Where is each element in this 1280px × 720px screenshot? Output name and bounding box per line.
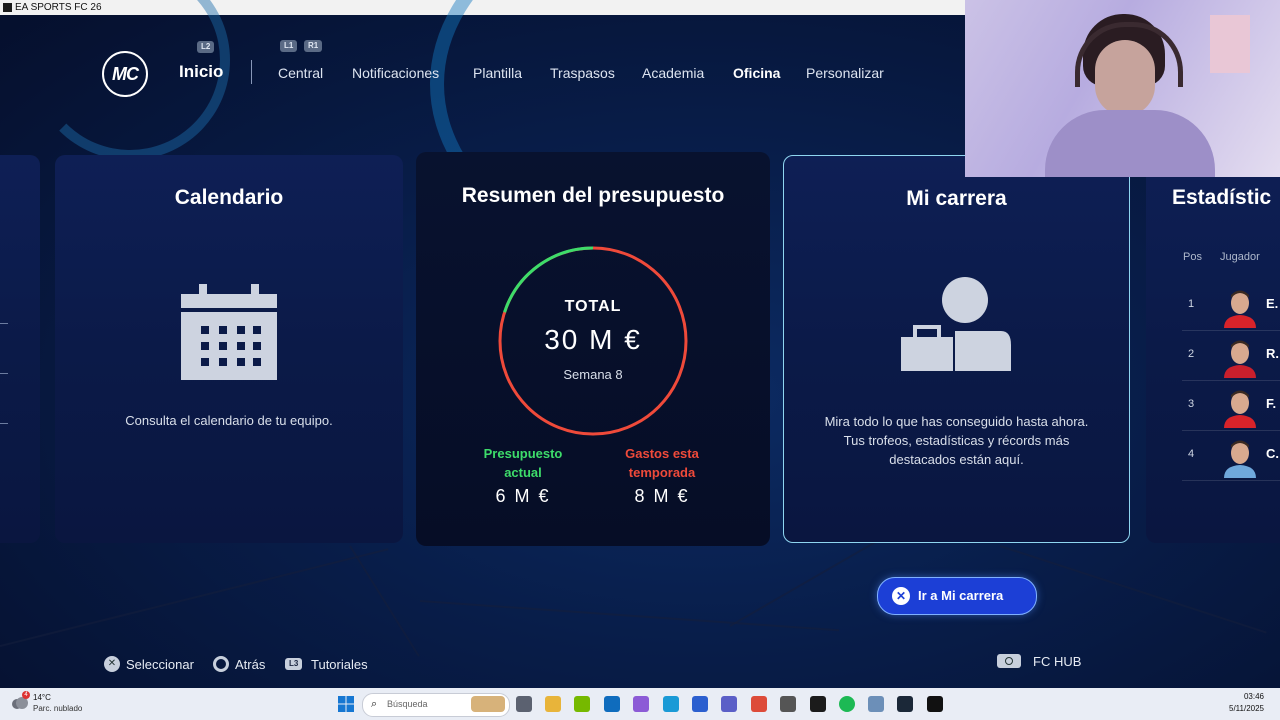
cross-button-icon: ✕: [892, 587, 910, 605]
steam-icon[interactable]: [897, 696, 913, 712]
career-mode-logo[interactable]: MC: [102, 51, 148, 97]
circle-button-icon: [213, 656, 229, 672]
budget-week: Semana 8: [563, 367, 623, 382]
career-card-description: Mira todo lo que has conseguido hasta ah…: [824, 414, 1089, 467]
background-line: [419, 600, 840, 632]
calendar-card-description: Consulta el calendario de tu equipo.: [125, 413, 333, 428]
stats-position: 3: [1188, 398, 1195, 410]
budget-total-value: 30 M €: [544, 324, 642, 355]
background-line: [0, 548, 389, 647]
career-icon: [901, 277, 1011, 371]
webcam-overlay: [965, 0, 1280, 177]
store-icon[interactable]: [692, 696, 708, 712]
windows-taskbar: 4 14°C Parc. nublado ⌕ Búsqueda 03:46 5/…: [0, 688, 1280, 720]
career-card-title: Mi carrera: [906, 187, 1007, 210]
stats-position: 1: [1188, 298, 1195, 310]
season-spending-value: 8 M €: [634, 486, 690, 506]
season-spending-label: Gastos esta temporada: [625, 446, 699, 480]
stats-card-title: Estadístic: [1172, 186, 1272, 209]
nvidia-icon[interactable]: [574, 696, 590, 712]
stats-player-name: F.: [1266, 396, 1277, 411]
clock-time[interactable]: 03:46: [1244, 692, 1264, 701]
pen-app-icon[interactable]: [868, 696, 884, 712]
back-hint[interactable]: Atrás: [235, 657, 265, 672]
go-to-career-label: Ir a Mi carrera: [918, 588, 1004, 603]
player-portrait: [1224, 340, 1256, 378]
stats-col-pos: Pos: [1183, 251, 1202, 263]
background-line: [349, 545, 420, 657]
tutorials-hint[interactable]: Tutoriales: [311, 657, 368, 672]
calendar-icon: [181, 284, 277, 380]
weather-condition: Parc. nublado: [33, 704, 83, 713]
background-line: [999, 545, 1267, 634]
spotify-icon[interactable]: [839, 696, 855, 712]
player-portrait: [1224, 390, 1256, 428]
calendar-card-title: Calendario: [174, 186, 284, 209]
clock-date[interactable]: 5/11/2025: [1229, 704, 1264, 713]
search-highlight-image: [471, 696, 505, 712]
weather-temperature: 14°C: [33, 693, 51, 702]
stats-table-row[interactable]: 3 F.: [1182, 382, 1280, 431]
webcam-poster: [1210, 15, 1250, 73]
webcam-body: [1045, 110, 1215, 177]
r1-button-hint: R1: [304, 40, 323, 52]
chrome-icon[interactable]: [751, 696, 767, 712]
taskbar-search[interactable]: ⌕ Búsqueda: [362, 693, 510, 717]
fc-hub-hint[interactable]: FC HUB: [1033, 654, 1081, 669]
tab-central[interactable]: Central: [278, 65, 323, 81]
task-view-icon[interactable]: [516, 696, 532, 712]
cross-button-icon: ✕: [104, 656, 120, 672]
teams-icon[interactable]: [721, 696, 737, 712]
l1-button-hint: L1: [280, 40, 298, 52]
list-divider: [0, 373, 8, 374]
tab-oficina[interactable]: Oficina: [733, 65, 780, 81]
tab-plantilla[interactable]: Plantilla: [473, 65, 522, 81]
budget-card-title: Resumen del presupuesto: [461, 184, 725, 207]
stats-player-name: C.: [1266, 446, 1279, 461]
stats-player-name: R.: [1266, 346, 1279, 361]
app-icon: [3, 3, 12, 12]
copilot-icon[interactable]: [633, 696, 649, 712]
file-explorer-icon[interactable]: [545, 696, 561, 712]
windows-start-icon[interactable]: [338, 696, 354, 712]
stats-table-row[interactable]: 1 E.: [1182, 282, 1280, 331]
stats-player-name: E.: [1266, 296, 1279, 311]
current-budget-label: Presupuesto actual: [483, 446, 563, 480]
l2-button-hint: L2: [197, 41, 215, 53]
ea-app-icon[interactable]: [780, 696, 796, 712]
stats-table-row[interactable]: 2 R.: [1182, 332, 1280, 381]
tab-notificaciones[interactable]: Notificaciones: [352, 65, 439, 81]
nav-home[interactable]: Inicio: [179, 62, 223, 82]
stats-table-row[interactable]: 4 C.: [1182, 432, 1280, 481]
edge-icon[interactable]: [663, 696, 679, 712]
stats-col-player: Jugador: [1220, 251, 1260, 263]
stats-position: 4: [1188, 448, 1195, 460]
mm-app-icon[interactable]: [810, 696, 826, 712]
ea-sports-fc-icon[interactable]: [927, 696, 943, 712]
player-portrait: [1224, 440, 1256, 478]
search-icon: ⌕: [371, 698, 378, 710]
select-hint[interactable]: Seleccionar: [126, 657, 194, 672]
partial-card-left[interactable]: [0, 155, 40, 543]
list-divider: [0, 323, 8, 324]
player-portrait: [1224, 290, 1256, 328]
outlook-icon[interactable]: [604, 696, 620, 712]
tab-academia[interactable]: Academia: [642, 65, 704, 81]
list-divider: [0, 423, 8, 424]
touchpad-icon: [997, 654, 1021, 668]
nav-divider: [251, 60, 252, 84]
current-budget-value: 6 M €: [495, 486, 551, 506]
go-to-career-button[interactable]: ✕ Ir a Mi carrera: [877, 577, 1037, 615]
stats-position: 2: [1188, 348, 1195, 360]
budget-total-label: TOTAL: [564, 298, 622, 315]
weather-badge: 4: [22, 691, 30, 699]
tab-traspasos[interactable]: Traspasos: [550, 65, 615, 81]
search-placeholder: Búsqueda: [387, 699, 428, 709]
tab-personalizar[interactable]: Personalizar: [806, 65, 884, 81]
l3-stick-icon: L3: [285, 658, 303, 670]
